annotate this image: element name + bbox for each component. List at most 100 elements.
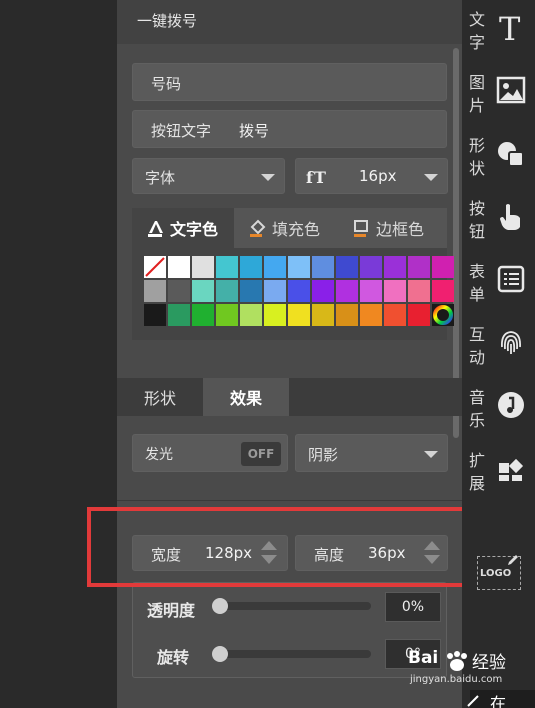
sidebar-item-music[interactable]: 音乐 — [462, 380, 535, 442]
paw-icon — [447, 651, 467, 671]
opacity-input[interactable]: 0% — [385, 592, 441, 622]
color-swatch[interactable] — [192, 280, 214, 302]
color-swatch[interactable] — [408, 256, 430, 278]
color-tabs: 文字色 填充色 边框色 — [132, 208, 447, 248]
rotate-slider[interactable] — [213, 650, 371, 658]
watermark-sub: 经验 — [472, 653, 506, 673]
svg-text:T: T — [499, 12, 521, 42]
color-swatch[interactable] — [264, 256, 286, 278]
color-swatch[interactable] — [408, 304, 430, 326]
color-swatch[interactable] — [312, 280, 334, 302]
apps-icon — [499, 458, 524, 481]
color-swatch[interactable] — [384, 280, 406, 302]
color-swatch[interactable] — [168, 304, 190, 326]
watermark-brand: Bai — [408, 648, 439, 668]
shadow-label: 阴影 — [308, 446, 339, 464]
color-swatch[interactable] — [336, 304, 358, 326]
svg-text:T: T — [314, 168, 326, 187]
tab-text-color-label: 文字色 — [170, 220, 219, 239]
shape-icon — [498, 142, 524, 167]
text-icon: T — [499, 12, 521, 42]
color-swatch[interactable] — [240, 280, 262, 302]
sidebar-item-label: 扩展 — [468, 451, 485, 493]
panel-header: 一键拨号 — [117, 0, 462, 44]
svg-text:f: f — [306, 168, 314, 187]
color-swatch[interactable] — [264, 304, 286, 326]
sidebar-item-interaction[interactable]: 互动 — [462, 317, 535, 379]
opacity-slider[interactable] — [213, 602, 371, 610]
image-icon — [496, 76, 526, 104]
sidebar-item-label: 音乐 — [468, 388, 485, 430]
music-icon — [498, 392, 524, 418]
color-swatch[interactable] — [288, 280, 310, 302]
color-swatch[interactable] — [312, 256, 334, 278]
paint-bucket-icon — [250, 219, 266, 237]
color-swatch[interactable] — [288, 256, 310, 278]
opacity-slider-handle[interactable] — [212, 598, 228, 614]
color-swatch[interactable] — [168, 280, 190, 302]
chevron-down-icon — [424, 174, 438, 181]
color-swatch[interactable] — [360, 280, 382, 302]
tab-shape[interactable]: 形状 — [117, 378, 203, 416]
color-swatch[interactable] — [192, 304, 214, 326]
glow-toggle[interactable]: OFF — [241, 442, 281, 466]
color-swatch[interactable] — [336, 256, 358, 278]
color-picker-icon[interactable] — [432, 304, 454, 326]
color-swatch[interactable] — [312, 304, 334, 326]
color-swatch[interactable] — [168, 256, 190, 278]
tab-effect[interactable]: 效果 — [203, 378, 289, 416]
color-swatch[interactable] — [384, 304, 406, 326]
sidebar-item-extension[interactable]: 扩展 — [462, 443, 535, 505]
font-size-value: 16px — [359, 167, 397, 185]
sidebar-item-label: 互动 — [468, 325, 485, 367]
corner-text: 在 — [490, 694, 507, 708]
color-swatch[interactable] — [288, 304, 310, 326]
color-swatch-grid — [132, 248, 454, 340]
color-swatch[interactable] — [432, 280, 454, 302]
shadow-select[interactable]: 阴影 — [295, 434, 448, 472]
color-swatch[interactable] — [336, 280, 358, 302]
sidebar-item-form[interactable]: 表单 — [462, 254, 535, 316]
color-swatch[interactable] — [192, 256, 214, 278]
button-text-value: 拨号 — [239, 122, 270, 140]
rotate-slider-handle[interactable] — [212, 646, 228, 662]
tab-fill-color[interactable]: 填充色 — [248, 208, 346, 248]
color-swatch[interactable] — [144, 304, 166, 326]
sidebar-item-label: 表单 — [468, 262, 485, 304]
color-swatch[interactable] — [216, 256, 238, 278]
color-swatch[interactable] — [360, 304, 382, 326]
sidebar-item-text[interactable]: 文字 T — [462, 2, 535, 64]
color-swatch[interactable] — [240, 256, 262, 278]
sidebar-item-label: 文字 — [468, 10, 485, 52]
tab-border-color-label: 边框色 — [376, 220, 425, 239]
sidebar-item-button[interactable]: 按钮 — [462, 191, 535, 253]
color-swatch[interactable] — [240, 304, 262, 326]
color-swatch[interactable] — [360, 256, 382, 278]
phone-number-field[interactable]: 号码 — [132, 63, 447, 101]
color-swatch[interactable] — [144, 280, 166, 302]
pen-icon — [508, 555, 518, 565]
sidebar-item-shape[interactable]: 形状 — [462, 128, 535, 190]
font-family-select[interactable]: 字体 — [132, 158, 285, 194]
color-swatch[interactable] — [216, 304, 238, 326]
rotate-label: 旋转 — [157, 648, 190, 667]
sidebar-item-image[interactable]: 图片 — [462, 65, 535, 127]
color-swatch[interactable] — [408, 280, 430, 302]
tab-text-color[interactable]: 文字色 — [132, 208, 234, 248]
font-size-select[interactable]: f T 16px — [295, 158, 448, 194]
text-color-icon — [148, 221, 163, 237]
no-color-swatch[interactable] — [144, 256, 166, 278]
color-swatch[interactable] — [264, 280, 286, 302]
color-swatch[interactable] — [384, 256, 406, 278]
hand-pointer-icon — [500, 204, 520, 230]
canvas-background — [0, 0, 117, 708]
form-list-icon — [497, 265, 525, 293]
sidebar-item-label: 图片 — [468, 73, 485, 115]
color-swatch[interactable] — [432, 256, 454, 278]
property-panel: 一键拨号 号码 按钮文字 拨号 字体 f T 16px 文字色 填充色 边框色 … — [117, 0, 462, 708]
button-text-field[interactable]: 按钮文字 拨号 — [132, 110, 447, 148]
color-swatch[interactable] — [216, 280, 238, 302]
sidebar-item-logo[interactable]: LOGO — [477, 555, 521, 590]
glow-field: 发光 OFF — [132, 434, 288, 472]
tab-border-color[interactable]: 边框色 — [352, 208, 447, 248]
